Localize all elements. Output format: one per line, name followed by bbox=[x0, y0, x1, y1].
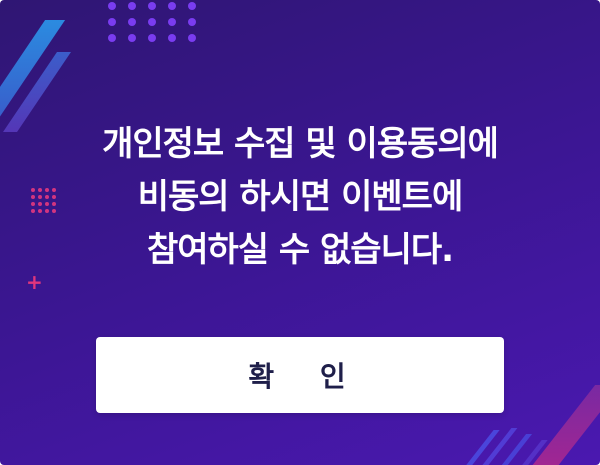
decorative-stripe bbox=[462, 430, 500, 465]
message-line: 개인정보 수집 및 이용동의에 bbox=[102, 124, 499, 164]
confirm-button[interactable]: 확 인 bbox=[96, 337, 504, 413]
decorative-dot-grid-top bbox=[108, 2, 196, 42]
consent-required-message: 개인정보 수집 및 이용동의에 비동의 하시면 이벤트에 참여하실 수 없습니다… bbox=[40, 118, 560, 277]
message-line: 참여하실 수 없습니다. bbox=[146, 230, 454, 270]
message-line: 비동의 하시면 이벤트에 bbox=[137, 177, 463, 217]
consent-alert-dialog: + 개인정보 수집 및 이용동의에 비동의 하시면 이벤트에 참여하실 수 없습… bbox=[0, 0, 600, 465]
